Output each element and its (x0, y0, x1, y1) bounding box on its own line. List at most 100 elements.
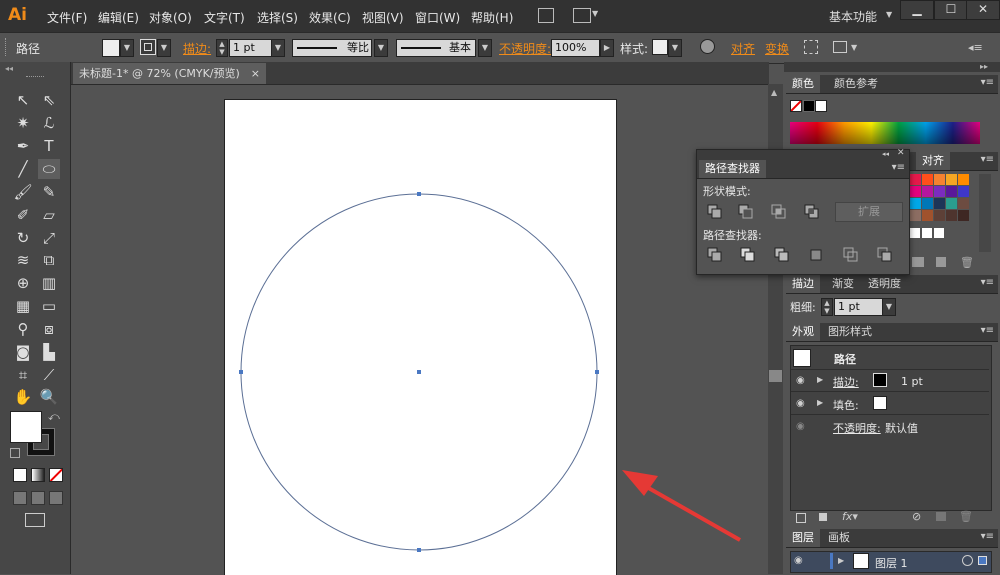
swatch[interactable] (922, 210, 933, 221)
tab-gradient[interactable]: 渐变 (826, 275, 860, 293)
pencil-tool-icon[interactable]: ✎ (38, 182, 60, 202)
scale-tool-icon[interactable]: ⤢ (38, 228, 60, 248)
new-swatch-icon[interactable] (936, 257, 946, 267)
swatch[interactable] (958, 210, 969, 221)
workspace-switcher[interactable]: 基本功能 (829, 8, 877, 25)
color-mode-icon[interactable] (13, 468, 27, 482)
anchor-point-bottom[interactable] (417, 548, 421, 552)
swatch[interactable] (958, 174, 969, 185)
panel-menu-icon[interactable]: ◂≡ (968, 41, 983, 54)
brush-definition[interactable]: 基本 (396, 39, 476, 57)
dock-expand-icon[interactable]: ▸▸ (980, 62, 988, 71)
clear-appearance-icon[interactable]: ⊘ (912, 510, 921, 523)
scroll-up-icon[interactable]: ▲ (771, 88, 777, 97)
draw-behind-icon[interactable] (31, 491, 45, 505)
swatch[interactable] (934, 210, 945, 221)
add-fill-icon[interactable] (819, 513, 827, 521)
minus-front-icon[interactable] (738, 204, 754, 220)
style-dropdown-icon[interactable]: ▼ (668, 39, 682, 57)
artboard-tool-icon[interactable]: ⌗ (12, 365, 34, 385)
tab-pathfinder[interactable]: 路径查找器 (699, 160, 766, 178)
fill-color-front[interactable] (10, 411, 42, 443)
weight-dropdown-icon[interactable]: ▼ (882, 298, 896, 316)
appearance-stroke-swatch[interactable] (873, 373, 887, 387)
slice-tool-icon[interactable]: ⟋ (38, 365, 60, 385)
lasso-tool-icon[interactable]: ℒ (38, 113, 60, 133)
tab-align[interactable]: 对齐 (916, 152, 950, 170)
anchor-point-left[interactable] (239, 370, 243, 374)
swatch[interactable] (946, 210, 957, 221)
swatch-white-2[interactable] (922, 228, 932, 238)
anchor-point-right[interactable] (595, 370, 599, 374)
direct-selection-tool-icon[interactable]: ⇖ (38, 90, 60, 110)
swap-colors-icon[interactable]: ⤺ (48, 410, 60, 424)
warp-tool-icon[interactable]: ≋ (12, 250, 34, 270)
tab-transparency[interactable]: 透明度 (862, 275, 907, 293)
delete-item-icon[interactable]: 🗑 (959, 510, 973, 523)
new-color-group-icon[interactable] (912, 257, 924, 267)
close-tab-icon[interactable]: × (251, 63, 260, 84)
tab-graphic-styles[interactable]: 图形样式 (822, 323, 878, 341)
transform-link[interactable]: 变换 (765, 40, 789, 57)
opacity-dropdown-icon[interactable]: ▶ (600, 39, 614, 57)
tab-color[interactable]: 颜色 (786, 75, 820, 93)
color-black-swatch[interactable] (803, 100, 815, 112)
appearance-panel-menu-icon[interactable]: ▾≡ (981, 325, 994, 336)
add-effect-icon[interactable]: fx▾ (842, 510, 858, 523)
layers-panel-menu-icon[interactable]: ▾≡ (981, 531, 994, 542)
swatch[interactable] (934, 174, 945, 185)
column-graph-tool-icon[interactable]: ▙ (38, 342, 60, 362)
swatches-scrollbar[interactable] (979, 174, 991, 252)
swatch[interactable] (910, 210, 921, 221)
layer-eye-icon[interactable]: ◉ (794, 555, 803, 566)
eraser-tool-icon[interactable]: ▱ (38, 205, 60, 225)
blend-tool-icon[interactable]: ⧇ (38, 319, 60, 339)
none-mode-icon[interactable] (49, 468, 63, 482)
menu-effect[interactable]: 效果(C) (309, 9, 351, 26)
swatch[interactable] (934, 186, 945, 197)
default-colors-icon[interactable] (10, 448, 20, 458)
arrange-documents-icon[interactable] (573, 8, 591, 23)
hand-tool-icon[interactable]: ✋ (12, 387, 34, 407)
variable-width-profile[interactable]: 等比 (292, 39, 372, 57)
zoom-tool-icon[interactable]: 🔍 (38, 387, 60, 407)
workspace-chevron-icon[interactable]: ▼ (886, 10, 892, 19)
swatch[interactable] (934, 198, 945, 209)
delete-swatch-icon[interactable]: 🗑 (960, 256, 974, 269)
divide-icon[interactable] (707, 247, 723, 263)
color-spectrum[interactable] (790, 122, 980, 144)
shape-builder-tool-icon[interactable]: ⊕ (12, 273, 34, 293)
menu-type[interactable]: 文字(T) (204, 9, 245, 26)
swatch-white-3[interactable] (934, 228, 944, 238)
gradient-tool-icon[interactable]: ▭ (38, 296, 60, 316)
swatch[interactable] (910, 174, 921, 185)
weight-field[interactable]: 1 pt (834, 298, 883, 316)
menu-object[interactable]: 对象(O) (149, 9, 192, 26)
close-button[interactable]: ✕ (966, 0, 1000, 20)
expand-button[interactable]: 扩展 (835, 202, 903, 222)
swatch[interactable] (910, 198, 921, 209)
color-white-swatch[interactable] (815, 100, 827, 112)
trim-icon[interactable] (740, 247, 756, 263)
pathfinder-menu-icon[interactable]: ▾≡ (892, 162, 905, 173)
draw-inside-icon[interactable] (49, 491, 63, 505)
perspective-grid-tool-icon[interactable]: ▥ (38, 273, 60, 293)
tab-color-guide[interactable]: 颜色参考 (828, 75, 884, 93)
stroke-panel-menu-icon[interactable]: ▾≡ (981, 277, 994, 288)
swatch[interactable] (946, 174, 957, 185)
ellipse-tool-icon[interactable]: ⬭ (38, 159, 60, 179)
layer-target-icon[interactable] (962, 555, 973, 566)
opacity-field[interactable]: 100% (551, 39, 600, 57)
type-tool-icon[interactable]: T (38, 136, 60, 156)
menu-view[interactable]: 视图(V) (362, 9, 404, 26)
stroke-stepper[interactable]: ▲ ▼ (216, 39, 228, 57)
color-none-icon[interactable] (790, 100, 802, 112)
swatch[interactable] (946, 186, 957, 197)
document-tab[interactable]: 未标题-1* @ 72% (CMYK/预览) × (73, 63, 266, 84)
swatch[interactable] (946, 198, 957, 209)
swatch[interactable] (922, 186, 933, 197)
recolor-artwork-icon[interactable] (700, 39, 715, 54)
duplicate-item-icon[interactable] (936, 512, 946, 521)
layer-disclosure-icon[interactable]: ▶ (838, 556, 844, 565)
swatch[interactable] (958, 186, 969, 197)
